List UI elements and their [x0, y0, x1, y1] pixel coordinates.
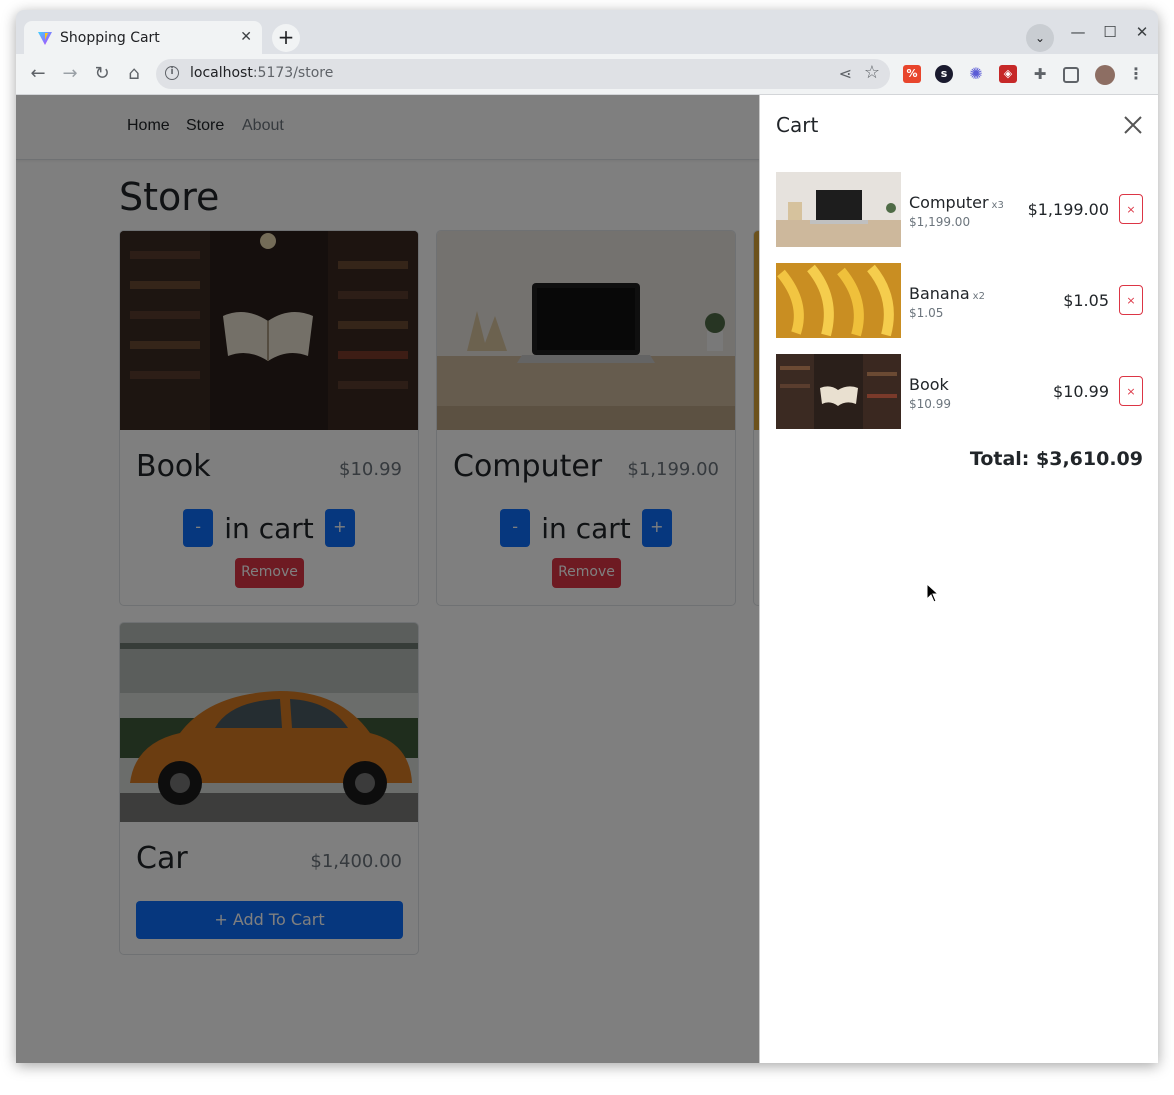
- cart-item: Banana x2 $1.05 $1.05 ×: [776, 263, 1143, 338]
- cart-item: Computer x3 $1,199.00 $1,199.00 ×: [776, 172, 1143, 247]
- cart-item-remove-button[interactable]: ×: [1119, 194, 1143, 224]
- cart-item-total: $1,199.00: [1027, 200, 1109, 219]
- mouse-cursor-icon: [926, 583, 940, 603]
- new-tab-button[interactable]: +: [272, 24, 300, 52]
- side-panel-icon[interactable]: [1063, 67, 1079, 83]
- close-icon[interactable]: [1121, 113, 1145, 137]
- forward-arrow-icon[interactable]: →: [57, 61, 83, 87]
- cart-item-remove-button[interactable]: ×: [1119, 285, 1143, 315]
- browser-window: Shopping Cart ✕ + ⌄ — ☐ ✕ ← → ↻ ⌂ i loca…: [16, 10, 1158, 1063]
- cart-item-name-text: Computer: [909, 193, 989, 212]
- tab-strip: Shopping Cart ✕ + ⌄ — ☐ ✕: [16, 10, 1158, 55]
- profile-avatar[interactable]: [1095, 65, 1115, 85]
- cart-item-quantity: x2: [972, 291, 985, 302]
- reload-icon[interactable]: ↻: [89, 61, 115, 87]
- vite-favicon-icon: [38, 32, 52, 45]
- home-icon[interactable]: ⌂: [121, 61, 147, 87]
- page-viewport: Home Store About Store Book $10.99: [16, 95, 1158, 1063]
- tab-shopping-cart[interactable]: Shopping Cart ✕: [24, 21, 262, 55]
- cart-title: Cart: [776, 113, 819, 137]
- tab-search-chevron-icon[interactable]: ⌄: [1026, 24, 1054, 52]
- minimize-icon[interactable]: —: [1068, 23, 1088, 41]
- url-path: :5173/store: [252, 65, 334, 81]
- cart-item: Book $10.99 $10.99 ×: [776, 354, 1143, 429]
- bookmark-star-icon[interactable]: ☆: [864, 62, 880, 83]
- extension-translate-icon[interactable]: %: [903, 65, 921, 83]
- cart-item-unit-price: $10.99: [909, 397, 951, 411]
- url-host: localhost: [190, 65, 253, 81]
- cart-item-name: Book: [909, 375, 952, 394]
- extensions-puzzle-icon[interactable]: ✚: [1031, 65, 1049, 83]
- url-text[interactable]: localhost:5173/store: [190, 65, 333, 81]
- cart-item-name: Computer x3: [909, 193, 1004, 212]
- cart-offcanvas: Cart Computer x3 $1,199.00 $1,199.00 × B…: [759, 95, 1158, 1063]
- maximize-icon[interactable]: ☐: [1100, 23, 1120, 41]
- cart-total: Total: $3,610.09: [969, 448, 1143, 470]
- address-bar[interactable]: i localhost:5173/store ⋖ ☆: [156, 59, 890, 89]
- computer-thumbnail: [776, 172, 901, 247]
- book-thumbnail: [776, 354, 901, 429]
- close-window-icon[interactable]: ✕: [1132, 23, 1152, 41]
- banana-thumbnail: [776, 263, 901, 338]
- extension-gear-burst-icon[interactable]: ✺: [967, 65, 985, 83]
- cart-item-unit-price: $1,199.00: [909, 215, 971, 229]
- cart-item-name-text: Banana: [909, 284, 970, 303]
- browser-toolbar: ← → ↻ ⌂ i localhost:5173/store ⋖ ☆ % s ✺…: [16, 54, 1158, 95]
- tab-close-icon[interactable]: ✕: [240, 29, 252, 45]
- browser-menu-icon[interactable]: ⋮: [1127, 65, 1145, 83]
- cart-item-total: $10.99: [1053, 382, 1109, 401]
- cart-item-total: $1.05: [1063, 291, 1109, 310]
- offcanvas-backdrop[interactable]: [16, 95, 759, 1063]
- site-info-icon[interactable]: i: [165, 66, 179, 80]
- cart-item-name: Banana x2: [909, 284, 985, 303]
- back-arrow-icon[interactable]: ←: [25, 61, 51, 87]
- extension-swirl-icon[interactable]: s: [935, 65, 953, 83]
- tab-title: Shopping Cart: [60, 30, 160, 46]
- share-icon[interactable]: ⋖: [839, 64, 852, 83]
- cart-item-quantity: x3: [991, 200, 1004, 211]
- extension-red-icon[interactable]: ◈: [999, 65, 1017, 83]
- cart-item-remove-button[interactable]: ×: [1119, 376, 1143, 406]
- cart-item-name-text: Book: [909, 375, 949, 394]
- cart-item-unit-price: $1.05: [909, 306, 944, 320]
